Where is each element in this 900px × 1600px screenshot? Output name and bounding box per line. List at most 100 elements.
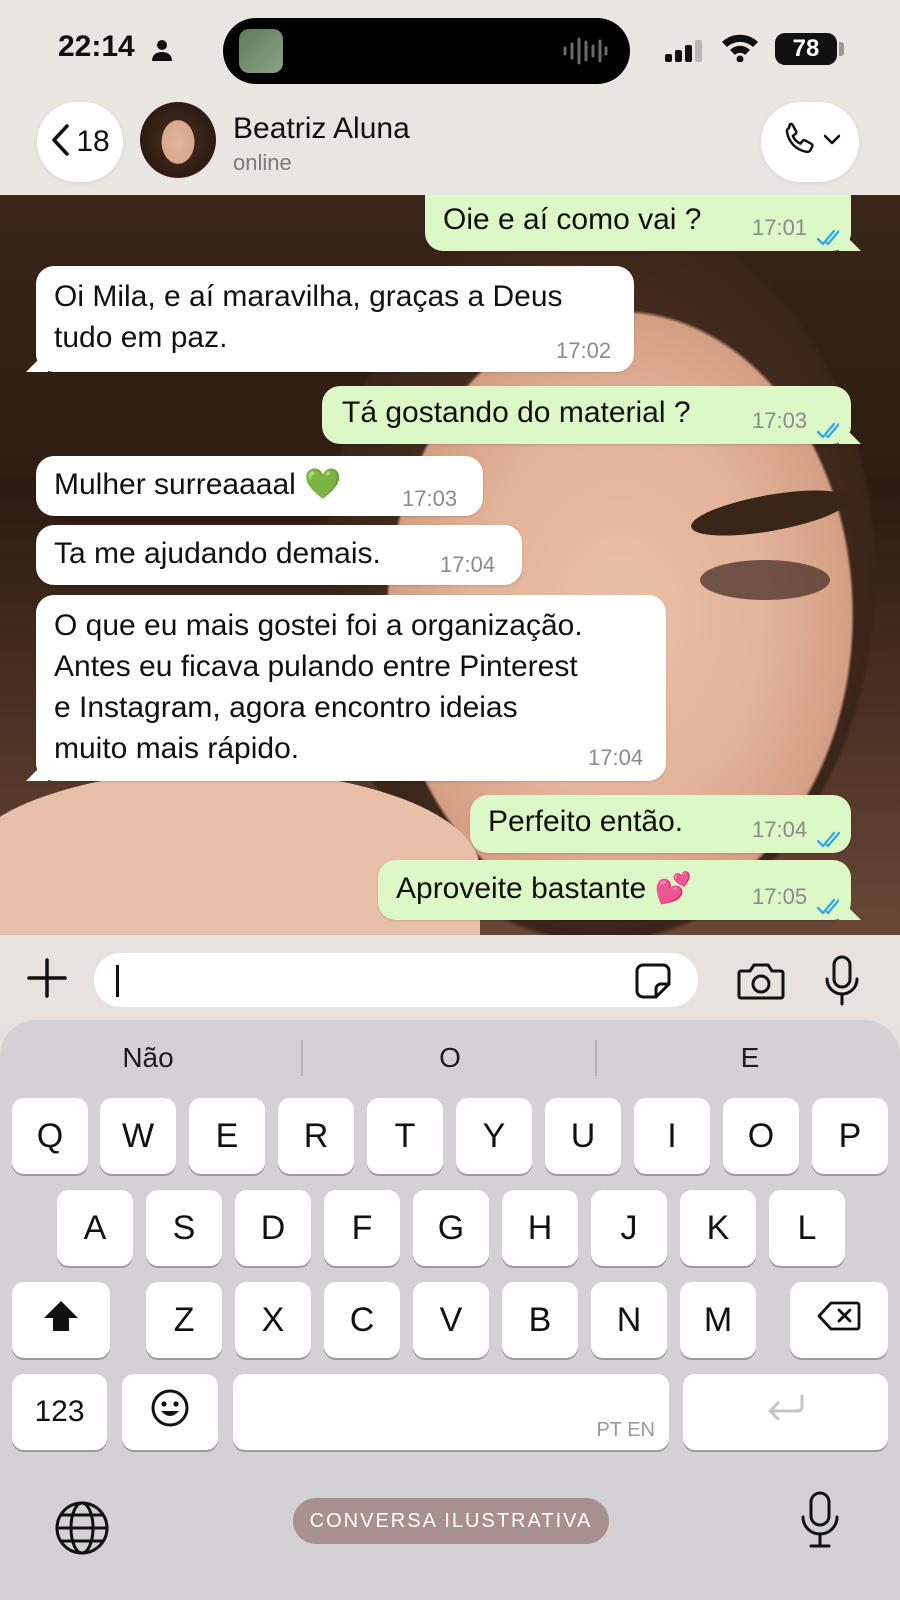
backspace-icon — [817, 1300, 861, 1341]
key[interactable]: N — [591, 1282, 667, 1358]
battery-icon: 78 — [775, 33, 837, 65]
message-bubble-incoming[interactable]: Mulher surreaaaal 💚 17:03 — [36, 456, 483, 516]
suggestion-item[interactable]: O — [302, 1042, 598, 1074]
message-composer — [0, 935, 900, 1025]
message-time: 17:03 — [402, 486, 458, 511]
message-text: O que eu mais gostei foi a organização. … — [54, 609, 583, 765]
key[interactable]: C — [324, 1282, 400, 1358]
emoji-icon — [150, 1388, 190, 1437]
key[interactable]: E — [189, 1098, 265, 1174]
status-bar: 22:14 78 — [0, 0, 900, 100]
unread-count: 18 — [76, 125, 110, 158]
read-receipt-icon — [816, 410, 847, 451]
status-time: 22:14 — [58, 30, 135, 63]
dynamic-island — [223, 18, 630, 84]
contact-status: online — [233, 150, 292, 175]
chat-header: 18 Beatriz Aluna online — [0, 100, 900, 195]
key[interactable]: T — [367, 1098, 443, 1174]
space-key[interactable]: PT EN — [233, 1374, 669, 1450]
battery-cap — [839, 42, 844, 56]
phone-icon — [779, 120, 819, 165]
key[interactable]: P — [812, 1098, 888, 1174]
avatar[interactable] — [140, 102, 216, 178]
signal-icon — [665, 40, 705, 67]
return-icon — [766, 1393, 806, 1432]
message-text: Perfeito então. — [488, 805, 684, 838]
call-button[interactable] — [761, 102, 859, 182]
now-playing-thumbnail — [239, 29, 283, 73]
message-bubble-incoming[interactable]: Ta me ajudando demais. 17:04 — [36, 525, 522, 585]
emoji-key[interactable] — [122, 1374, 218, 1450]
message-text: Oi Mila, e aí maravilha, graças a Deus t… — [54, 280, 563, 354]
key[interactable]: G — [413, 1190, 489, 1266]
keyboard: Não O E Q W E R T Y U I O P A S D F G H … — [0, 1020, 900, 1600]
audio-wave-icon — [562, 36, 608, 71]
message-text: Oie e aí como vai ? — [443, 203, 702, 236]
message-bubble-outgoing[interactable]: Tá gostando do material ? 17:03 — [322, 386, 851, 444]
key[interactable]: A — [57, 1190, 133, 1266]
message-bubble-outgoing[interactable]: Aproveite bastante 💕 17:05 — [378, 860, 851, 920]
read-receipt-icon — [816, 217, 847, 258]
message-bubble-outgoing[interactable]: Perfeito então. 17:04 — [470, 795, 851, 853]
message-time: 17:05 — [752, 884, 808, 909]
key[interactable]: B — [502, 1282, 578, 1358]
key[interactable]: Q — [12, 1098, 88, 1174]
message-time: 17:04 — [588, 745, 644, 770]
shift-key[interactable] — [12, 1282, 110, 1358]
key[interactable]: Z — [146, 1282, 222, 1358]
message-time: 17:04 — [752, 817, 808, 842]
key[interactable]: D — [235, 1190, 311, 1266]
illustrative-conversation-badge: CONVERSA ILUSTRATIVA — [293, 1498, 609, 1544]
photo-detail — [700, 560, 830, 600]
camera-icon[interactable] — [736, 961, 786, 1006]
suggestion-bar: Não O E — [0, 1020, 900, 1090]
key[interactable]: M — [680, 1282, 756, 1358]
microphone-icon[interactable] — [824, 955, 860, 1012]
key[interactable]: W — [100, 1098, 176, 1174]
backspace-key[interactable] — [790, 1282, 888, 1358]
back-button[interactable]: 18 — [37, 102, 123, 182]
key[interactable]: L — [769, 1190, 845, 1266]
key[interactable]: Y — [456, 1098, 532, 1174]
numbers-key[interactable]: 123 — [12, 1374, 107, 1450]
key[interactable]: S — [146, 1190, 222, 1266]
message-text: Tá gostando do material ? — [342, 396, 691, 429]
microphone-icon[interactable] — [800, 1490, 840, 1555]
chevron-down-icon — [823, 133, 841, 151]
chevron-left-icon — [50, 123, 70, 162]
key[interactable]: H — [502, 1190, 578, 1266]
globe-icon[interactable] — [54, 1500, 110, 1561]
message-bubble-incoming[interactable]: Oi Mila, e aí maravilha, graças a Deus t… — [36, 266, 634, 372]
photo-detail — [688, 481, 852, 545]
message-time: 17:01 — [752, 215, 808, 240]
suggestion-item[interactable]: Não — [0, 1042, 296, 1074]
plus-icon[interactable] — [26, 957, 68, 1004]
contact-name[interactable]: Beatriz Aluna — [233, 112, 410, 146]
key[interactable]: F — [324, 1190, 400, 1266]
read-receipt-icon — [816, 886, 847, 927]
key[interactable]: I — [634, 1098, 710, 1174]
key[interactable]: U — [545, 1098, 621, 1174]
message-time: 17:03 — [752, 408, 808, 433]
return-key[interactable] — [683, 1374, 888, 1450]
divider — [595, 1040, 597, 1076]
message-time: 17:02 — [556, 338, 612, 363]
sticker-icon[interactable] — [634, 962, 672, 1005]
person-icon — [150, 38, 174, 67]
message-bubble-incoming[interactable]: O que eu mais gostei foi a organização. … — [36, 595, 666, 781]
message-text: Aproveite bastante 💕 — [396, 872, 692, 905]
key[interactable]: R — [278, 1098, 354, 1174]
message-text: Mulher surreaaaal 💚 — [54, 468, 342, 501]
shift-icon — [42, 1299, 80, 1342]
message-input[interactable] — [94, 953, 698, 1007]
key[interactable]: V — [413, 1282, 489, 1358]
wifi-icon — [720, 32, 760, 67]
message-time: 17:04 — [440, 552, 496, 577]
key[interactable]: O — [723, 1098, 799, 1174]
read-receipt-icon — [816, 819, 847, 860]
key[interactable]: J — [591, 1190, 667, 1266]
key[interactable]: X — [235, 1282, 311, 1358]
message-bubble-outgoing[interactable]: Oie e aí como vai ? 17:01 — [425, 195, 851, 251]
key[interactable]: K — [680, 1190, 756, 1266]
suggestion-item[interactable]: E — [602, 1042, 898, 1074]
